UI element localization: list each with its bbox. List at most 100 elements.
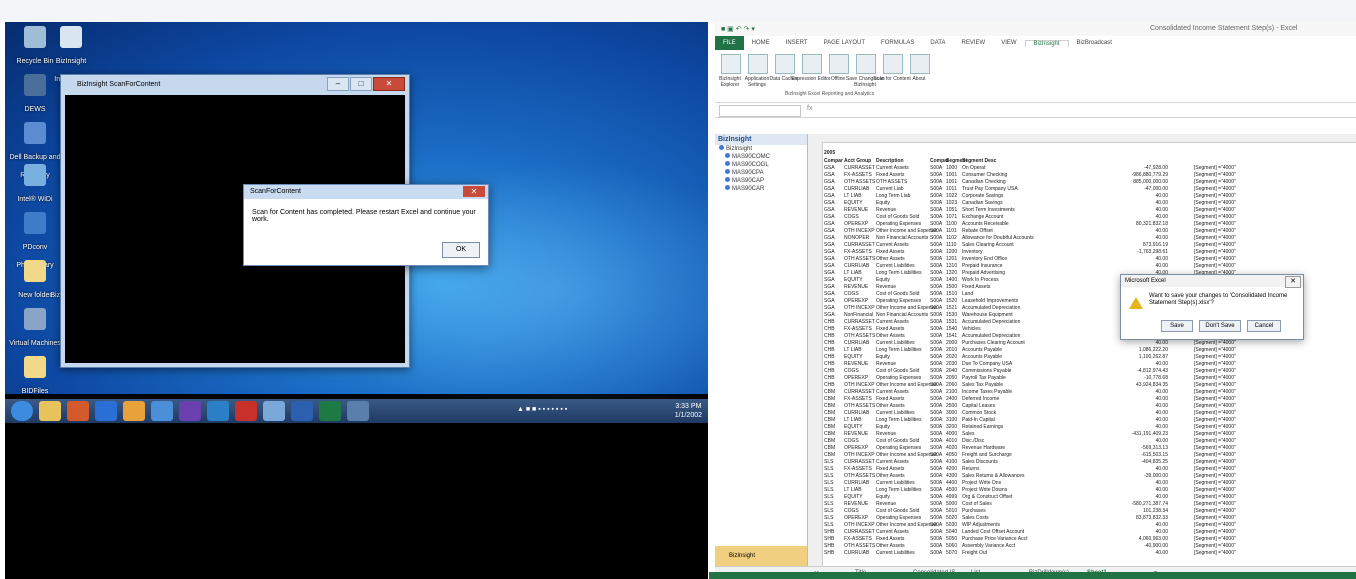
table-cell: 1,086,222.20 [1138, 347, 1168, 353]
table-cell: 3100 [946, 417, 958, 423]
tab-review[interactable]: REVIEW [954, 40, 994, 46]
table-cell: 4300 [946, 473, 958, 479]
table-cell: Cost of Goods Sold [876, 214, 920, 220]
save-button[interactable]: Save [1161, 320, 1193, 332]
table-cell: Operating Expenses [876, 375, 922, 381]
table-cell: GSA [824, 221, 835, 227]
table-cell: OTH ASSETS [844, 256, 876, 262]
tree-item[interactable]: MAS90COMC [715, 153, 807, 161]
table-row: CHB EQUITY Equity S00A 2020 Accounts Payable 1… [822, 354, 1356, 360]
media-icon[interactable] [67, 401, 89, 421]
desktop-icon[interactable]: BIDFiles [7, 356, 63, 398]
ribbon-button-icon[interactable] [883, 54, 903, 74]
table-cell: Disc./Disc [962, 438, 985, 444]
ribbon-button-icon[interactable] [775, 54, 795, 74]
table-cell: Purchases Clearing Account [962, 340, 1025, 346]
dialog-message: Scan for Content has completed. Please r… [252, 209, 476, 223]
desktop-icon[interactable]: Virtual Machines [7, 308, 63, 350]
ribbon-button-icon[interactable] [748, 54, 768, 74]
table-cell: 4,060,963.00 [1138, 536, 1168, 542]
tree-item[interactable]: MAS90COGL [715, 161, 807, 169]
table-row: SLS EQUITY Equity S00A 4999 Org & Construct O… [822, 494, 1356, 500]
tab-data[interactable]: DATA [922, 40, 953, 46]
tree-item[interactable]: MAS90CAP [715, 177, 807, 185]
tab-bizbroadcast[interactable]: BizBroadcast [1069, 40, 1120, 46]
chrome-icon[interactable] [123, 401, 145, 421]
onenote-icon[interactable] [179, 401, 201, 421]
bizinsight-pane: BizInsight BizInsight MAS90COMC MAS90COGL M… [715, 134, 808, 566]
minimize-button[interactable]: – [327, 77, 349, 91]
table-cell: 1510 [946, 291, 958, 297]
quick-access-toolbar[interactable]: ■ ▣ ↶ ↷ ▾ [721, 25, 755, 33]
dont-save-button[interactable]: Don't Save [1199, 320, 1241, 332]
tree-item[interactable]: MAS90CPA [715, 169, 807, 177]
image-icon[interactable] [263, 401, 285, 421]
close-button[interactable]: ✕ [373, 77, 405, 91]
ribbon-button-icon[interactable] [721, 54, 741, 74]
excel-icon[interactable] [319, 401, 341, 421]
msgbox-close-button[interactable]: ✕ [1285, 276, 1301, 288]
table-cell: NonFinancial [844, 312, 874, 318]
table-row: CHB CURRLIAB Current Liabilities S00A 2000 Pu… [822, 340, 1356, 346]
table-cell: S00A [930, 207, 943, 213]
cancel-button[interactable]: Cancel [1247, 320, 1281, 332]
table-cell: 40.00 [1155, 487, 1168, 493]
system-tray[interactable]: ▲ ■ ■ ▪ ▪ ▪ ▪ ▪ ▪ ▪ [517, 406, 567, 413]
desktop-icon[interactable]: DEWS [7, 74, 63, 116]
fx-icon[interactable]: fx [807, 105, 812, 112]
table-cell: Sales Discounts [962, 459, 998, 465]
tab-page-layout[interactable]: PAGE LAYOUT [816, 40, 873, 46]
outlook-icon[interactable] [207, 401, 229, 421]
bizinsight-icon[interactable] [151, 401, 173, 421]
formula-cell: [Segment] ="4000" [1194, 403, 1236, 409]
tab-view[interactable]: VIEW [993, 40, 1024, 46]
tab-formulas[interactable]: FORMULAS [873, 40, 922, 46]
tree-item[interactable]: BizInsight [715, 145, 807, 153]
table-cell: Fixed Assets [876, 536, 905, 542]
tree-item[interactable]: MAS90CAR [715, 185, 807, 193]
taskbar-clock[interactable]: 3:33 PM 1/1/2002 [675, 402, 702, 420]
tab-bizinsight[interactable]: BizInsight [1024, 39, 1069, 47]
ribbon-button-icon[interactable] [910, 54, 930, 74]
table-row: CHB LT LIAB Long Term Liabilities S00A 2010 A… [822, 347, 1356, 353]
formula-cell: [Segment] ="4000" [1194, 438, 1236, 444]
table-cell: Retained Earnings [962, 424, 1004, 430]
table-cell: Other Income and Expense [876, 522, 937, 528]
table-cell: 4500 [946, 487, 958, 493]
table-cell: 40.00 [1155, 410, 1168, 416]
dialog-ok-button[interactable]: OK [442, 242, 480, 258]
app-icon[interactable] [347, 401, 369, 421]
ribbon-button-icon[interactable] [856, 54, 876, 74]
explorer-icon[interactable] [39, 401, 61, 421]
maximize-button[interactable]: □ [350, 77, 372, 91]
tree-node-icon [725, 169, 730, 174]
table-cell: 4000 [946, 431, 958, 437]
table-cell: 40.00 [1155, 200, 1168, 206]
table-cell: Revenue Hardware [962, 445, 1006, 451]
table-cell: S00A [930, 193, 943, 199]
start-icon[interactable] [11, 401, 33, 421]
table-cell: Income Taxes Payable [962, 389, 1013, 395]
worksheet-grid[interactable]: 2005 Compar Acct Group Description Compar Se… [808, 134, 1356, 566]
pdf-icon[interactable] [235, 401, 257, 421]
ribbon-button-icon[interactable] [829, 54, 849, 74]
word-icon[interactable] [291, 401, 313, 421]
table-cell: Sales Tax Payable [962, 382, 1004, 388]
desktop-icon[interactable]: Intel® WiDi [7, 164, 63, 206]
table-cell: Purchases [962, 508, 986, 514]
tab-insert[interactable]: INSERT [778, 40, 816, 46]
table-cell: S00A [930, 305, 943, 311]
desktop-icon-glyph [24, 164, 46, 186]
tab-home[interactable]: HOME [744, 40, 778, 46]
table-cell: 1541 [946, 333, 958, 339]
pane-footer[interactable]: BizInsight [715, 546, 807, 566]
table-cell: Assembly Variance Acct [962, 543, 1016, 549]
formula-cell: [Segment] ="4000" [1194, 172, 1236, 178]
dialog-close-button[interactable]: ✕ [463, 186, 485, 197]
tab-file[interactable]: FILE [715, 36, 744, 50]
table-row: SHB CURRLIAB Current Liabilities S00A 5070 Fr… [822, 550, 1356, 556]
ie-icon[interactable] [95, 401, 117, 421]
ribbon-button-icon[interactable] [802, 54, 822, 74]
ribbon-button-label[interactable]: About [899, 76, 939, 82]
name-box[interactable] [719, 105, 801, 117]
